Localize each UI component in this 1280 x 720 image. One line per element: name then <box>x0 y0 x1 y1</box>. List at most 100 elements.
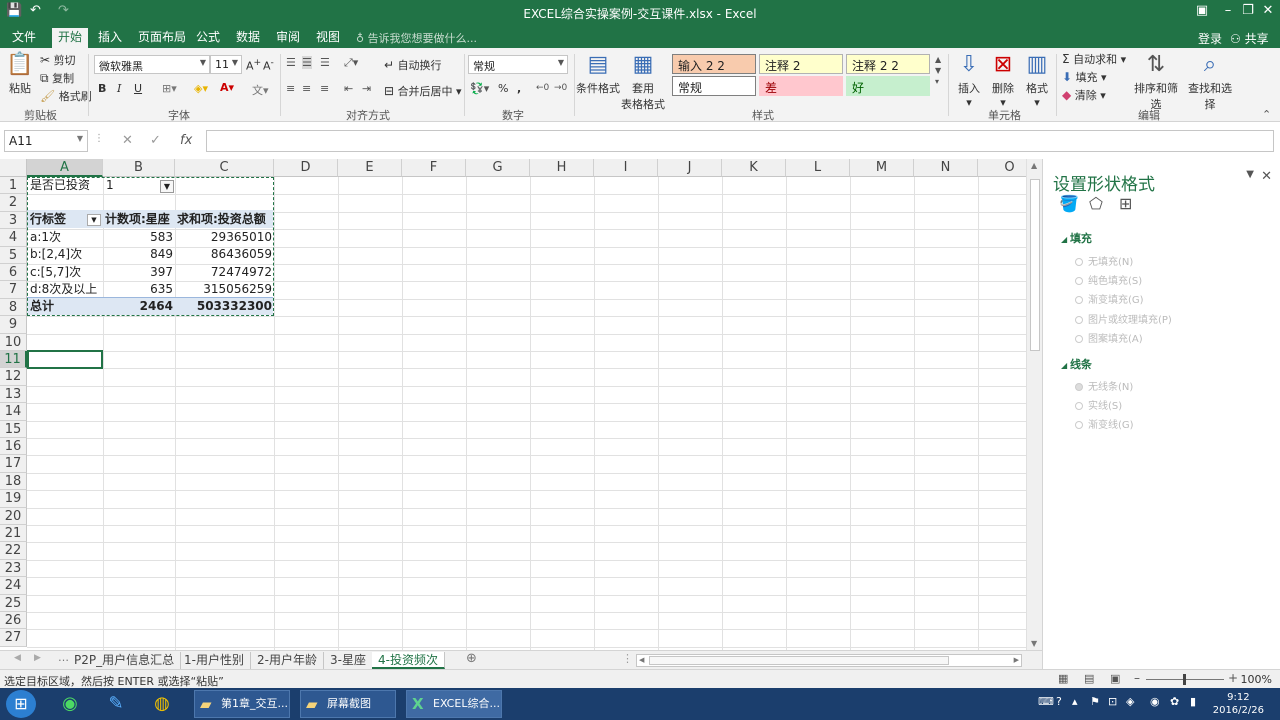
sheet-tab-age[interactable]: 2-用户年龄 <box>251 652 324 669</box>
column-header-b[interactable]: B <box>103 159 175 177</box>
pentagon-icon[interactable]: ⬠ <box>1089 194 1103 213</box>
taskbar-task-folder-chapter1[interactable]: ▰ 第1章_交互... <box>194 690 290 718</box>
column-header-n[interactable]: N <box>914 159 978 177</box>
paste-button[interactable]: 📋 粘贴 <box>4 50 36 96</box>
row-header-5[interactable]: 5 <box>0 246 27 264</box>
sign-in-link[interactable]: 登录 <box>1198 30 1222 47</box>
percent-button[interactable]: % <box>498 82 508 95</box>
share-button[interactable]: ⚇ 共享 <box>1230 30 1269 47</box>
tab-view[interactable]: 视图 <box>310 29 346 48</box>
comma-button[interactable]: , <box>517 82 521 95</box>
style-input-2-2[interactable]: 输入 2 2 <box>672 54 756 74</box>
row-header-15[interactable]: 15 <box>0 420 27 438</box>
system-clock[interactable]: 9:12 2016/2/26 <box>1213 691 1264 717</box>
radio-no-line[interactable]: 无线条(N) <box>1075 378 1133 393</box>
style-bad[interactable]: 差 <box>759 76 843 96</box>
normal-view-icon[interactable]: ▦ <box>1058 672 1068 685</box>
ribbon-display-icon[interactable]: ▣ <box>1190 3 1214 18</box>
radio-gradient-line[interactable]: 渐变线(G) <box>1075 416 1134 431</box>
align-center-icon[interactable]: ≡ <box>302 82 311 95</box>
radio-no-fill[interactable]: 无填充(N) <box>1075 253 1133 268</box>
row-header-7[interactable]: 7 <box>0 281 27 299</box>
cut-button[interactable]: ✂ 剪切 <box>40 52 76 68</box>
taskbar-task-excel[interactable]: X EXCEL综合... <box>406 690 502 718</box>
row-header-2[interactable]: 2 <box>0 194 27 212</box>
tab-file[interactable]: 文件 <box>6 29 42 48</box>
tab-home[interactable]: 开始 <box>52 28 89 48</box>
find-select-button[interactable]: ⌕ 查找和选择 <box>1184 50 1236 112</box>
bold-button[interactable]: B <box>98 82 106 95</box>
row-header-16[interactable]: 16 <box>0 438 27 456</box>
browser-360-icon[interactable]: ◉ <box>50 690 90 718</box>
style-note-2-2[interactable]: 注释 2 2 <box>846 54 930 74</box>
row-header-23[interactable]: 23 <box>0 559 27 578</box>
horizontal-scroll-thumb[interactable] <box>649 656 949 665</box>
column-header-a[interactable]: A <box>27 159 103 177</box>
enter-icon[interactable]: ✓ <box>150 133 161 148</box>
row-header-27[interactable]: 27 <box>0 629 27 647</box>
cancel-icon[interactable]: ✕ <box>122 133 133 148</box>
scroll-right-icon[interactable]: ▶ <box>1014 656 1019 664</box>
active-cell-a11[interactable] <box>27 350 103 369</box>
fill-color-icon[interactable]: ◈▾ <box>194 82 208 95</box>
increase-decimal-icon[interactable]: ←0 <box>536 83 549 93</box>
zoom-out-icon[interactable]: – <box>1134 671 1140 685</box>
page-break-view-icon[interactable]: ▣ <box>1110 672 1120 685</box>
zoom-slider-thumb[interactable] <box>1183 674 1186 685</box>
pane-options-icon[interactable]: ▼ <box>1246 169 1254 180</box>
accounting-icon[interactable]: 💱▾ <box>470 82 489 95</box>
insert-cells-button[interactable]: ⇩ 插入 ▾ <box>952 50 986 109</box>
pane-close-icon[interactable]: ✕ <box>1261 169 1272 184</box>
zoom-level[interactable]: 100% <box>1241 673 1272 686</box>
row-header-4[interactable]: 4 <box>0 229 27 247</box>
column-header-l[interactable]: L <box>786 159 850 177</box>
clear-button[interactable]: ◆ 清除 ▾ <box>1062 87 1106 103</box>
fill-button[interactable]: ⬇ 填充 ▾ <box>1062 69 1107 85</box>
underline-button[interactable]: U <box>134 82 142 95</box>
phonetic-icon[interactable]: 文▾ <box>252 82 269 98</box>
security-icon[interactable]: ◉ <box>1150 695 1160 708</box>
vertical-scroll-thumb[interactable] <box>1030 179 1040 351</box>
network-icon[interactable]: ⊡ <box>1108 695 1117 708</box>
collapse-ribbon-icon[interactable]: ⌃ <box>1262 108 1271 121</box>
row-header-1[interactable]: 1 <box>0 177 27 195</box>
column-header-k[interactable]: K <box>722 159 786 177</box>
row-header-11[interactable]: 11 <box>0 351 27 369</box>
select-all-corner[interactable] <box>0 159 27 177</box>
taskbar-task-screenshots[interactable]: ▰ 屏幕截图 <box>300 690 396 718</box>
row-header-18[interactable]: 18 <box>0 472 27 491</box>
row-header-10[interactable]: 10 <box>0 333 27 351</box>
sheet-tab-frequency[interactable]: 4-投资频次 <box>372 652 445 669</box>
row-header-8[interactable]: 8 <box>0 298 27 317</box>
signal-icon[interactable]: ▮ <box>1190 695 1196 708</box>
row-header-25[interactable]: 25 <box>0 594 27 612</box>
font-name-select[interactable]: 微软雅黑 ▼ <box>94 55 210 74</box>
name-box[interactable]: A11 ▼ <box>4 130 88 152</box>
row-header-13[interactable]: 13 <box>0 385 27 404</box>
align-right-icon[interactable]: ≡ <box>320 82 329 95</box>
column-header-m[interactable]: M <box>850 159 914 177</box>
zoom-in-icon[interactable]: + <box>1228 671 1238 685</box>
tab-page-layout[interactable]: 页面布局 <box>132 29 192 48</box>
column-header-i[interactable]: I <box>594 159 658 177</box>
row-header-19[interactable]: 19 <box>0 490 27 508</box>
row-header-20[interactable]: 20 <box>0 507 27 525</box>
italic-button[interactable]: I <box>117 82 121 95</box>
help-icon[interactable]: ? <box>1056 695 1062 708</box>
scroll-up-icon[interactable]: ▲ <box>1031 161 1037 170</box>
tell-me-box[interactable]: ♁ 告诉我您想要做什么... <box>356 30 477 46</box>
format-painter-button[interactable]: 🖌 格式刷 <box>40 88 92 104</box>
grow-font-icon[interactable]: A+ <box>246 57 261 73</box>
splitter-icon[interactable]: ⋮ <box>622 652 633 665</box>
scroll-down-icon[interactable]: ▼ <box>1031 639 1037 648</box>
keyboard-icon[interactable]: ⌨ <box>1038 695 1054 708</box>
insert-function-icon[interactable]: fx <box>180 133 192 148</box>
autosum-button[interactable]: Σ 自动求和 ▾ <box>1062 51 1126 67</box>
radio-solid-line[interactable]: 实线(S) <box>1075 397 1122 412</box>
shrink-font-icon[interactable]: A- <box>263 57 274 73</box>
font-color-icon[interactable]: A▾ <box>220 81 234 94</box>
row-header-21[interactable]: 21 <box>0 525 27 543</box>
border-icon[interactable]: ⊞▾ <box>162 82 177 95</box>
radio-pattern-fill[interactable]: 图案填充(A) <box>1075 330 1143 345</box>
fill-section-header[interactable]: ◢ 填充 <box>1061 230 1092 246</box>
